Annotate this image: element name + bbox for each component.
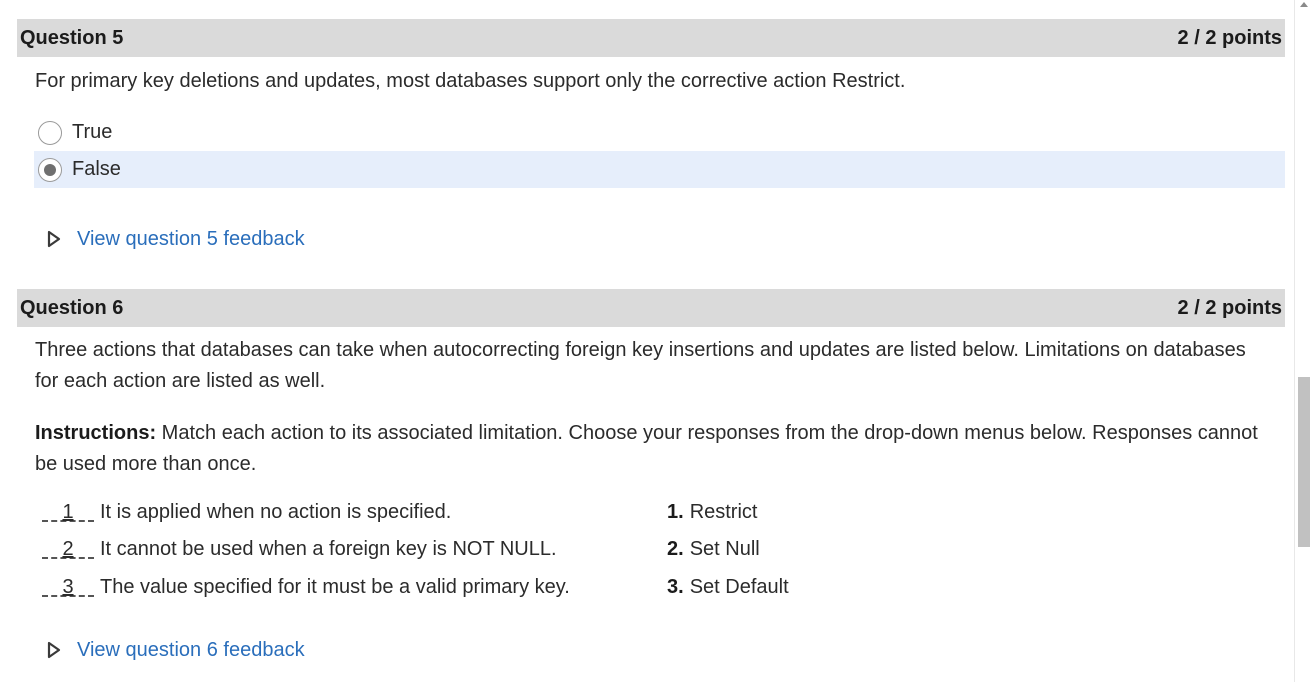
choice-1: 1. Restrict xyxy=(667,497,757,527)
match-3-text: The value specified for it must be a val… xyxy=(100,575,570,598)
view-question-6-feedback[interactable]: View question 6 feedback xyxy=(47,636,305,664)
choice-3-num: 3. xyxy=(667,575,684,598)
match-row-1: 1 It is applied when no action is specif… xyxy=(42,497,451,527)
question-6-header: Question 6 2 / 2 points xyxy=(17,289,1285,327)
option-false-label: False xyxy=(72,158,121,180)
scrollbar-thumb[interactable] xyxy=(1298,377,1310,547)
radio-selected-dot xyxy=(44,163,56,176)
option-true[interactable]: True xyxy=(34,114,1285,151)
question-6-instructions: Instructions: Match each action to its a… xyxy=(35,418,1260,480)
question-6-title: Question 6 xyxy=(20,296,124,319)
choice-2-num: 2. xyxy=(667,537,684,560)
option-false[interactable]: False xyxy=(34,151,1285,188)
question-5-header: Question 5 2 / 2 points xyxy=(17,19,1285,57)
choice-2-label: Set Null xyxy=(689,537,760,560)
answer-blank-2[interactable]: 2 xyxy=(42,538,94,561)
view-question-5-feedback[interactable]: View question 5 feedback xyxy=(47,225,305,253)
answer-blank-3[interactable]: 3 xyxy=(42,576,94,599)
instructions-label: Instructions: xyxy=(35,422,157,444)
question-5-prompt: For primary key deletions and updates, m… xyxy=(35,70,906,92)
choice-3: 3. Set Default xyxy=(667,572,789,602)
answer-1-value: 1 xyxy=(62,500,74,523)
answer-2-value: 2 xyxy=(62,537,74,560)
answer-blank-1[interactable]: 1 xyxy=(42,501,94,524)
match-2-text: It cannot be used when a foreign key is … xyxy=(100,537,557,560)
match-row-3: 3 The value specified for it must be a v… xyxy=(42,572,570,602)
match-row-2: 2 It cannot be used when a foreign key i… xyxy=(42,534,557,564)
radio-false[interactable] xyxy=(38,157,62,182)
option-true-label: True xyxy=(72,121,113,143)
choice-1-label: Restrict xyxy=(689,500,758,523)
triangle-right-icon xyxy=(47,641,61,659)
feedback-5-link[interactable]: View question 5 feedback xyxy=(77,228,305,251)
scroll-up-arrow-icon[interactable] xyxy=(1298,0,1310,10)
choice-2: 2. Set Null xyxy=(667,534,760,564)
answer-3-value: 3 xyxy=(62,575,74,598)
radio-true[interactable] xyxy=(38,120,62,145)
question-5-title: Question 5 xyxy=(20,26,124,49)
choice-3-label: Set Default xyxy=(689,575,789,598)
question-5-points: 2 / 2 points xyxy=(1177,26,1282,49)
triangle-right-icon xyxy=(47,230,61,248)
choice-1-num: 1. xyxy=(667,500,684,523)
match-1-text: It is applied when no action is specifie… xyxy=(100,500,452,523)
question-6-points: 2 / 2 points xyxy=(1177,296,1282,319)
feedback-6-link[interactable]: View question 6 feedback xyxy=(77,639,305,662)
instructions-text: Match each action to its associated limi… xyxy=(35,422,1258,475)
vertical-scrollbar[interactable] xyxy=(1294,0,1313,682)
question-6-prompt: Three actions that databases can take wh… xyxy=(35,339,1246,392)
